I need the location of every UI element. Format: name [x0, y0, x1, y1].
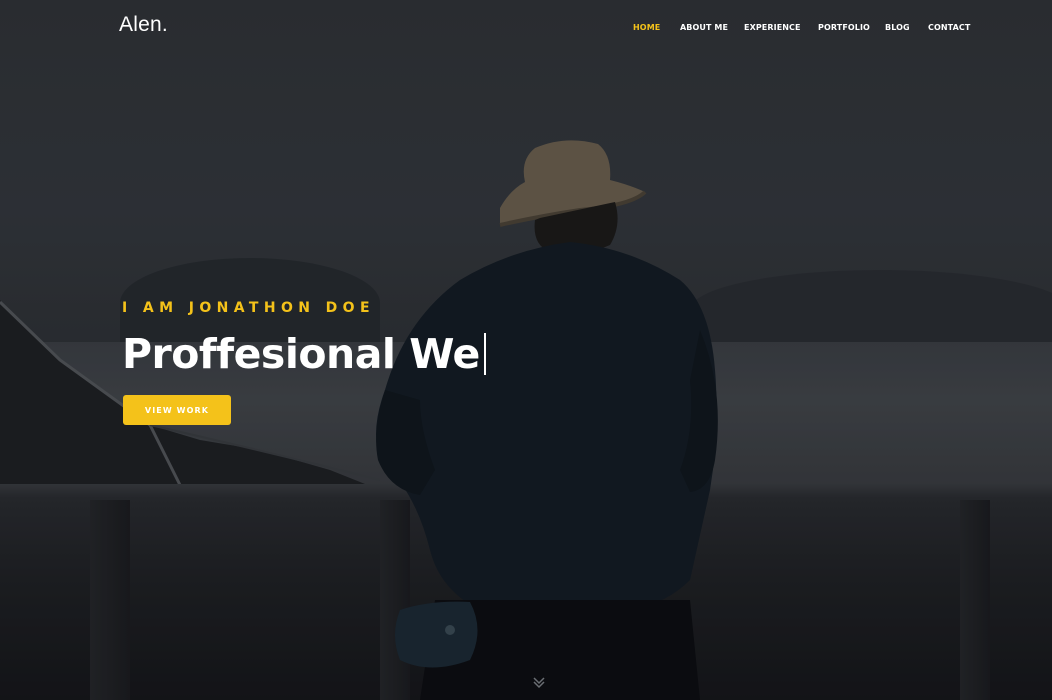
nav-item-experience[interactable]: EXPERIENCE [744, 23, 801, 32]
view-work-button[interactable]: VIEW WORK [123, 395, 231, 425]
nav-item-contact[interactable]: CONTACT [928, 23, 970, 32]
chevron-down-icon[interactable] [531, 674, 547, 690]
hero-headline: Proffesional We [122, 330, 486, 378]
hero-headline-text: Proffesional We [122, 330, 480, 378]
hero-kicker: I AM JONATHON DOE [122, 300, 375, 316]
nav-item-home[interactable]: HOME [633, 23, 660, 32]
nav-item-portfolio[interactable]: PORTFOLIO [818, 23, 870, 32]
nav-item-about-me[interactable]: ABOUT ME [680, 23, 728, 32]
nav-item-blog[interactable]: BLOG [885, 23, 910, 32]
typing-cursor [483, 333, 486, 375]
main-nav: HOME ABOUT ME EXPERIENCE PORTFOLIO BLOG … [0, 23, 1052, 37]
